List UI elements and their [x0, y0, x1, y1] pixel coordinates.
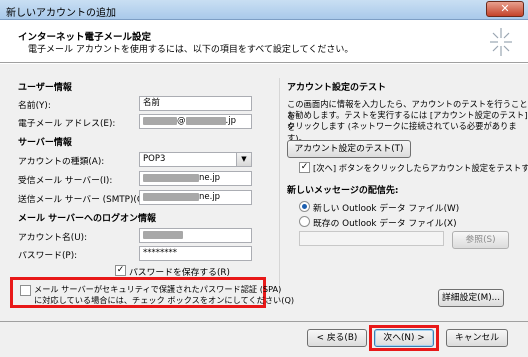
- logon-info-heading: メール サーバーへのログオン情報: [18, 214, 157, 224]
- page-subtitle: 電子メール アカウントを使用するには、以下の項目をすべて設定してください。: [28, 45, 354, 55]
- email-label: 電子メール アドレス(E):: [18, 119, 116, 129]
- cancel-button[interactable]: キャンセル: [446, 329, 508, 347]
- email-at: @: [177, 116, 186, 126]
- redacted-text: [143, 192, 199, 201]
- close-button[interactable]: ✕: [486, 1, 524, 17]
- existing-data-file-radio[interactable]: [299, 216, 310, 227]
- account-type-value: POP3: [143, 154, 166, 164]
- user-info-heading: ユーザー情報: [18, 83, 72, 93]
- page-title: インターネット電子メール設定: [18, 32, 152, 43]
- window-title: 新しいアカウントの追加: [6, 8, 116, 19]
- name-label: 名前(Y):: [18, 101, 51, 111]
- delivery-heading: 新しいメッセージの配信先:: [287, 186, 399, 196]
- incoming-server-label: 受信メール サーバー(I):: [18, 176, 113, 186]
- account-type-label: アカウントの種類(A):: [18, 157, 105, 167]
- chevron-down-icon[interactable]: ▼: [236, 153, 251, 166]
- email-input[interactable]: @ .jp: [139, 114, 252, 129]
- password-input[interactable]: ********: [139, 246, 252, 261]
- account-name-input[interactable]: [139, 228, 252, 243]
- new-data-file-radio[interactable]: [299, 201, 310, 212]
- test-heading: アカウント設定のテスト: [287, 83, 387, 93]
- redacted-text: [143, 173, 199, 182]
- column-divider: [279, 78, 280, 298]
- browse-button[interactable]: 参照(S): [452, 231, 509, 249]
- wizard-sparkle-icon: [490, 28, 512, 56]
- account-name-label: アカウント名(U):: [18, 233, 88, 243]
- next-button[interactable]: 次へ(N) >: [374, 329, 434, 347]
- password-label: パスワード(P):: [18, 251, 78, 261]
- test-account-button[interactable]: アカウント設定のテスト(T): [287, 140, 411, 158]
- server-info-heading: サーバー情報: [18, 138, 72, 148]
- name-input[interactable]: 名前: [139, 96, 252, 111]
- spa-checkbox[interactable]: [20, 285, 31, 296]
- spa-label-line2: に対応している場合には、チェック ボックスをオンにしてください(Q): [34, 295, 295, 305]
- redacted-text: [185, 116, 226, 125]
- email-tail: .jp: [225, 116, 236, 126]
- existing-data-file-label: 既存の Outlook データ ファイル(X): [313, 219, 457, 229]
- data-file-path-input[interactable]: [299, 231, 444, 246]
- redacted-text: [143, 230, 183, 239]
- remember-password-checkbox[interactable]: ✓: [115, 265, 126, 276]
- outgoing-server-input[interactable]: ne.jp: [139, 190, 252, 205]
- new-data-file-label: 新しい Outlook データ ファイル(W): [313, 204, 460, 214]
- back-button[interactable]: < 戻る(B): [307, 329, 367, 347]
- auto-test-checkbox[interactable]: ✓: [299, 162, 310, 173]
- auto-test-label: [次へ] ボタンをクリックしたらアカウント設定をテストする(S): [313, 163, 528, 173]
- more-settings-button[interactable]: 詳細設定(M)...: [438, 289, 504, 307]
- incoming-tail: ne.jp: [199, 173, 221, 183]
- redacted-text: [143, 116, 177, 125]
- outgoing-tail: ne.jp: [199, 192, 221, 202]
- incoming-server-input[interactable]: ne.jp: [139, 171, 252, 186]
- outgoing-server-label: 送信メール サーバー (SMTP)(O):: [18, 195, 151, 205]
